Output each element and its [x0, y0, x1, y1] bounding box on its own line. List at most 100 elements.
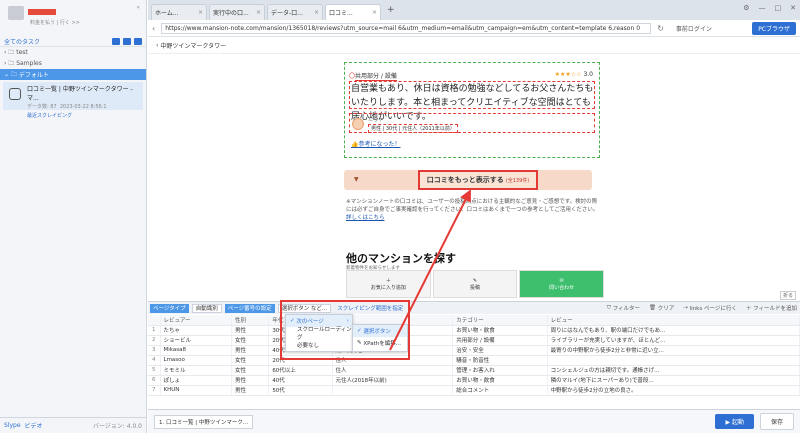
tree-item-samples[interactable]: › 🗀 Samples [0, 58, 146, 69]
version-label: バージョン: 4.0.0 [92, 423, 142, 430]
tree-item-label: test [16, 49, 28, 56]
table-cell: 共用部分 / 設備 [452, 335, 548, 346]
minimize-icon[interactable]: — [759, 4, 766, 12]
avatar[interactable] [8, 6, 24, 20]
tree-item-default[interactable]: ⌄ 🗀 デフォルト [0, 69, 146, 80]
close-icon[interactable]: × [372, 9, 377, 16]
close-icon[interactable]: × [198, 9, 203, 16]
table-cell [332, 385, 454, 396]
task-chip[interactable]: 1. 口コミ一覧 | 中野ツインマーク... [154, 414, 254, 429]
back-icon[interactable]: ‹ [152, 24, 155, 33]
pc-browser-button[interactable]: PCブラウザ [752, 21, 796, 35]
tree-item-test[interactable]: › 🗀 test [0, 47, 146, 58]
table-cell: ミモミル [160, 365, 232, 376]
table-cell: 40代 [268, 375, 333, 386]
save-button[interactable]: 保存 [759, 413, 794, 430]
pre-login-button[interactable]: 事前ログイン [676, 24, 712, 33]
tab-reviews[interactable]: 口コミ... × [325, 4, 381, 20]
fold-button[interactable]: 折る [779, 291, 796, 300]
clear-button[interactable]: 🗑 クリア [646, 304, 677, 313]
table-cell: ライブラリーが充実していますが、ほとんど... [547, 335, 800, 346]
table-row[interactable]: 5 ミモミル 女性 60代以上 住人 管理・お客入れ コンシェルジュの方は親切です。通帳さげ… [148, 365, 800, 376]
window-controls: ⚙ — □ ✕ [743, 4, 796, 12]
details-link[interactable]: 詳しくはこちら [346, 215, 385, 221]
table-cell [547, 355, 800, 366]
show-more-label: 口コミをもっと表示する [426, 176, 504, 184]
add-tab-icon[interactable]: + [383, 5, 399, 15]
table-cell: 女性 [231, 355, 270, 366]
reviewer-avatar [352, 118, 364, 130]
close-icon[interactable]: × [314, 9, 319, 16]
filter-label: フィルター [612, 306, 641, 312]
run-button[interactable]: ▶ 起動 [715, 414, 754, 429]
column-header[interactable]: レビュー [547, 315, 800, 326]
disclaimer: ※マンションノートの口コミは、ユーザーの投稿時点における主観的なご意見・ご感想で… [346, 198, 602, 222]
column-header[interactable]: 性別 [231, 315, 270, 326]
table-row[interactable]: 7 KHUN 男性 50代 総合コメント 中野駅から徒歩2分の立地の良さ。 [148, 385, 800, 396]
post-card[interactable]: ✎ 投稿 [432, 270, 518, 298]
category-label: 共用部分 / 設備 [355, 73, 397, 81]
site-breadcrumb[interactable]: ‹ 中野ツインマークタワー [148, 38, 800, 54]
new-task-button[interactable] [112, 37, 120, 45]
extraction-controls: ページタイプ 自動識別 ページ番号の設定 選択ボタン など... スクレイピング… [148, 301, 800, 314]
maximize-icon[interactable]: □ [775, 4, 782, 12]
slype-link[interactable]: Slype [4, 422, 21, 429]
tab-running[interactable]: 実行中の口... × [209, 4, 265, 20]
tab-home[interactable]: ホーム... × [151, 4, 207, 20]
visit-links-button[interactable]: ⇢ links ページに行く [680, 304, 740, 313]
table-row[interactable]: 2ショービル女性20代元住人(2018年以前)共用部分 / 設備ライブラリーが充… [148, 335, 800, 346]
folder-open-icon: ⌄ 🗀 [4, 70, 19, 78]
collapse-icon[interactable]: « [136, 4, 140, 11]
table-row[interactable]: 6 ぽしょ 男性 40代 元住人(2018年以前) お買い物・飲食 隣のマルイ(地下にスーパ… [148, 375, 800, 386]
url-input[interactable]: https://www.mansion-note.com/mansion/136… [161, 22, 652, 34]
table-cell: 元住人(2018年以前) [332, 375, 454, 386]
card-label: お気に入り追加 [370, 285, 406, 291]
table-row[interactable]: 4 Lmasoo 女性 20代 住人 騒音・防音性 [148, 355, 800, 366]
table-cell: 治安・安全 [452, 345, 548, 356]
tab-data[interactable]: データ-口... × [267, 4, 323, 20]
table-cell: 総合コメント [452, 385, 548, 396]
close-window-icon[interactable]: ✕ [790, 4, 796, 12]
close-icon[interactable]: × [256, 9, 261, 16]
table-cell: たちゃ [160, 325, 232, 336]
data-table: レビュアー性別年代身分カテゴリーレビュー 1たちゃ男性30代元住人(2015年以… [148, 315, 800, 408]
settings-icon[interactable]: ⚙ [743, 4, 749, 12]
reviewer-attributes[interactable]: 男性 | 30代 | 元住人（2011年以前） [368, 124, 458, 133]
export-task-button[interactable] [134, 37, 142, 45]
tab-label: 実行中の口... [213, 10, 249, 17]
index-header[interactable] [148, 315, 161, 326]
refresh-icon[interactable]: ↻ [657, 24, 664, 33]
folder-icon: › 🗀 [4, 48, 17, 56]
task-status: 最近スクレイピング [27, 113, 73, 119]
account-subtitle[interactable]: 料金を払う | 行く >> [30, 19, 80, 26]
page-type-select[interactable]: 自動識別 [191, 303, 222, 313]
filter-button[interactable]: ⛉ フィルター [604, 304, 643, 313]
page-type-label: ページタイプ [150, 303, 189, 313]
table-cell: 50代 [268, 385, 333, 396]
tab-label: データ-口... [271, 10, 303, 17]
helpful-label: 参考になった！ [358, 141, 401, 148]
task-item[interactable]: 口コミ一覧 | 中野ツインマークタワー - マ... データ数: 87 2023… [3, 82, 143, 119]
card-label: 投稿 [470, 284, 481, 291]
table-row[interactable]: 1たちゃ男性30代元住人(2015年以前)お買い物・飲食周りにはなんでもあり、駅… [148, 325, 800, 336]
rating-score: 3.0 [583, 71, 593, 78]
import-task-button[interactable] [123, 37, 131, 45]
helpful-link[interactable]: 👍参考になった！ [351, 139, 401, 148]
table-row[interactable]: 3Mikasa8男性40代購入検討者治安・安全最寄りの中野駅から徒歩2分と非常に… [148, 345, 800, 356]
table-cell: 隣のマルイ(地下にスーパーあり)で普段... [547, 375, 800, 386]
show-more-reviews-button[interactable]: 口コミをもっと表示する (全139件) [418, 170, 538, 190]
inquiry-card[interactable]: ✉ 問い合わせ [519, 270, 605, 298]
all-tasks-label[interactable]: 全てのタスク [4, 37, 40, 46]
favorite-card[interactable]: ＋お気に入り追加 [346, 270, 431, 298]
table-cell: 管理・お客入れ [452, 365, 548, 376]
table-cell: Lmasoo [160, 355, 232, 366]
column-header[interactable]: カテゴリー [452, 315, 548, 326]
reviewer-block[interactable]: たちゃ 男性 | 30代 | 元住人（2011年以前） [349, 113, 595, 133]
column-header[interactable]: レビュアー [160, 315, 232, 326]
folder-icon: › 🗀 [4, 59, 17, 67]
add-field-button[interactable]: ＋ フィールドを追加 [743, 304, 800, 313]
video-link[interactable]: ビデオ [25, 421, 43, 430]
review-card[interactable]: 〇共用部分 / 設備 ★★★☆☆ 3.0 自営業もあり、休日は資格の勉強などして… [344, 62, 600, 158]
review-body[interactable]: 自営業もあり、休日は資格の勉強などしてるお父さんたちもいたりします。本と相まって… [349, 81, 595, 122]
plus-icon: ＋ [385, 278, 391, 284]
